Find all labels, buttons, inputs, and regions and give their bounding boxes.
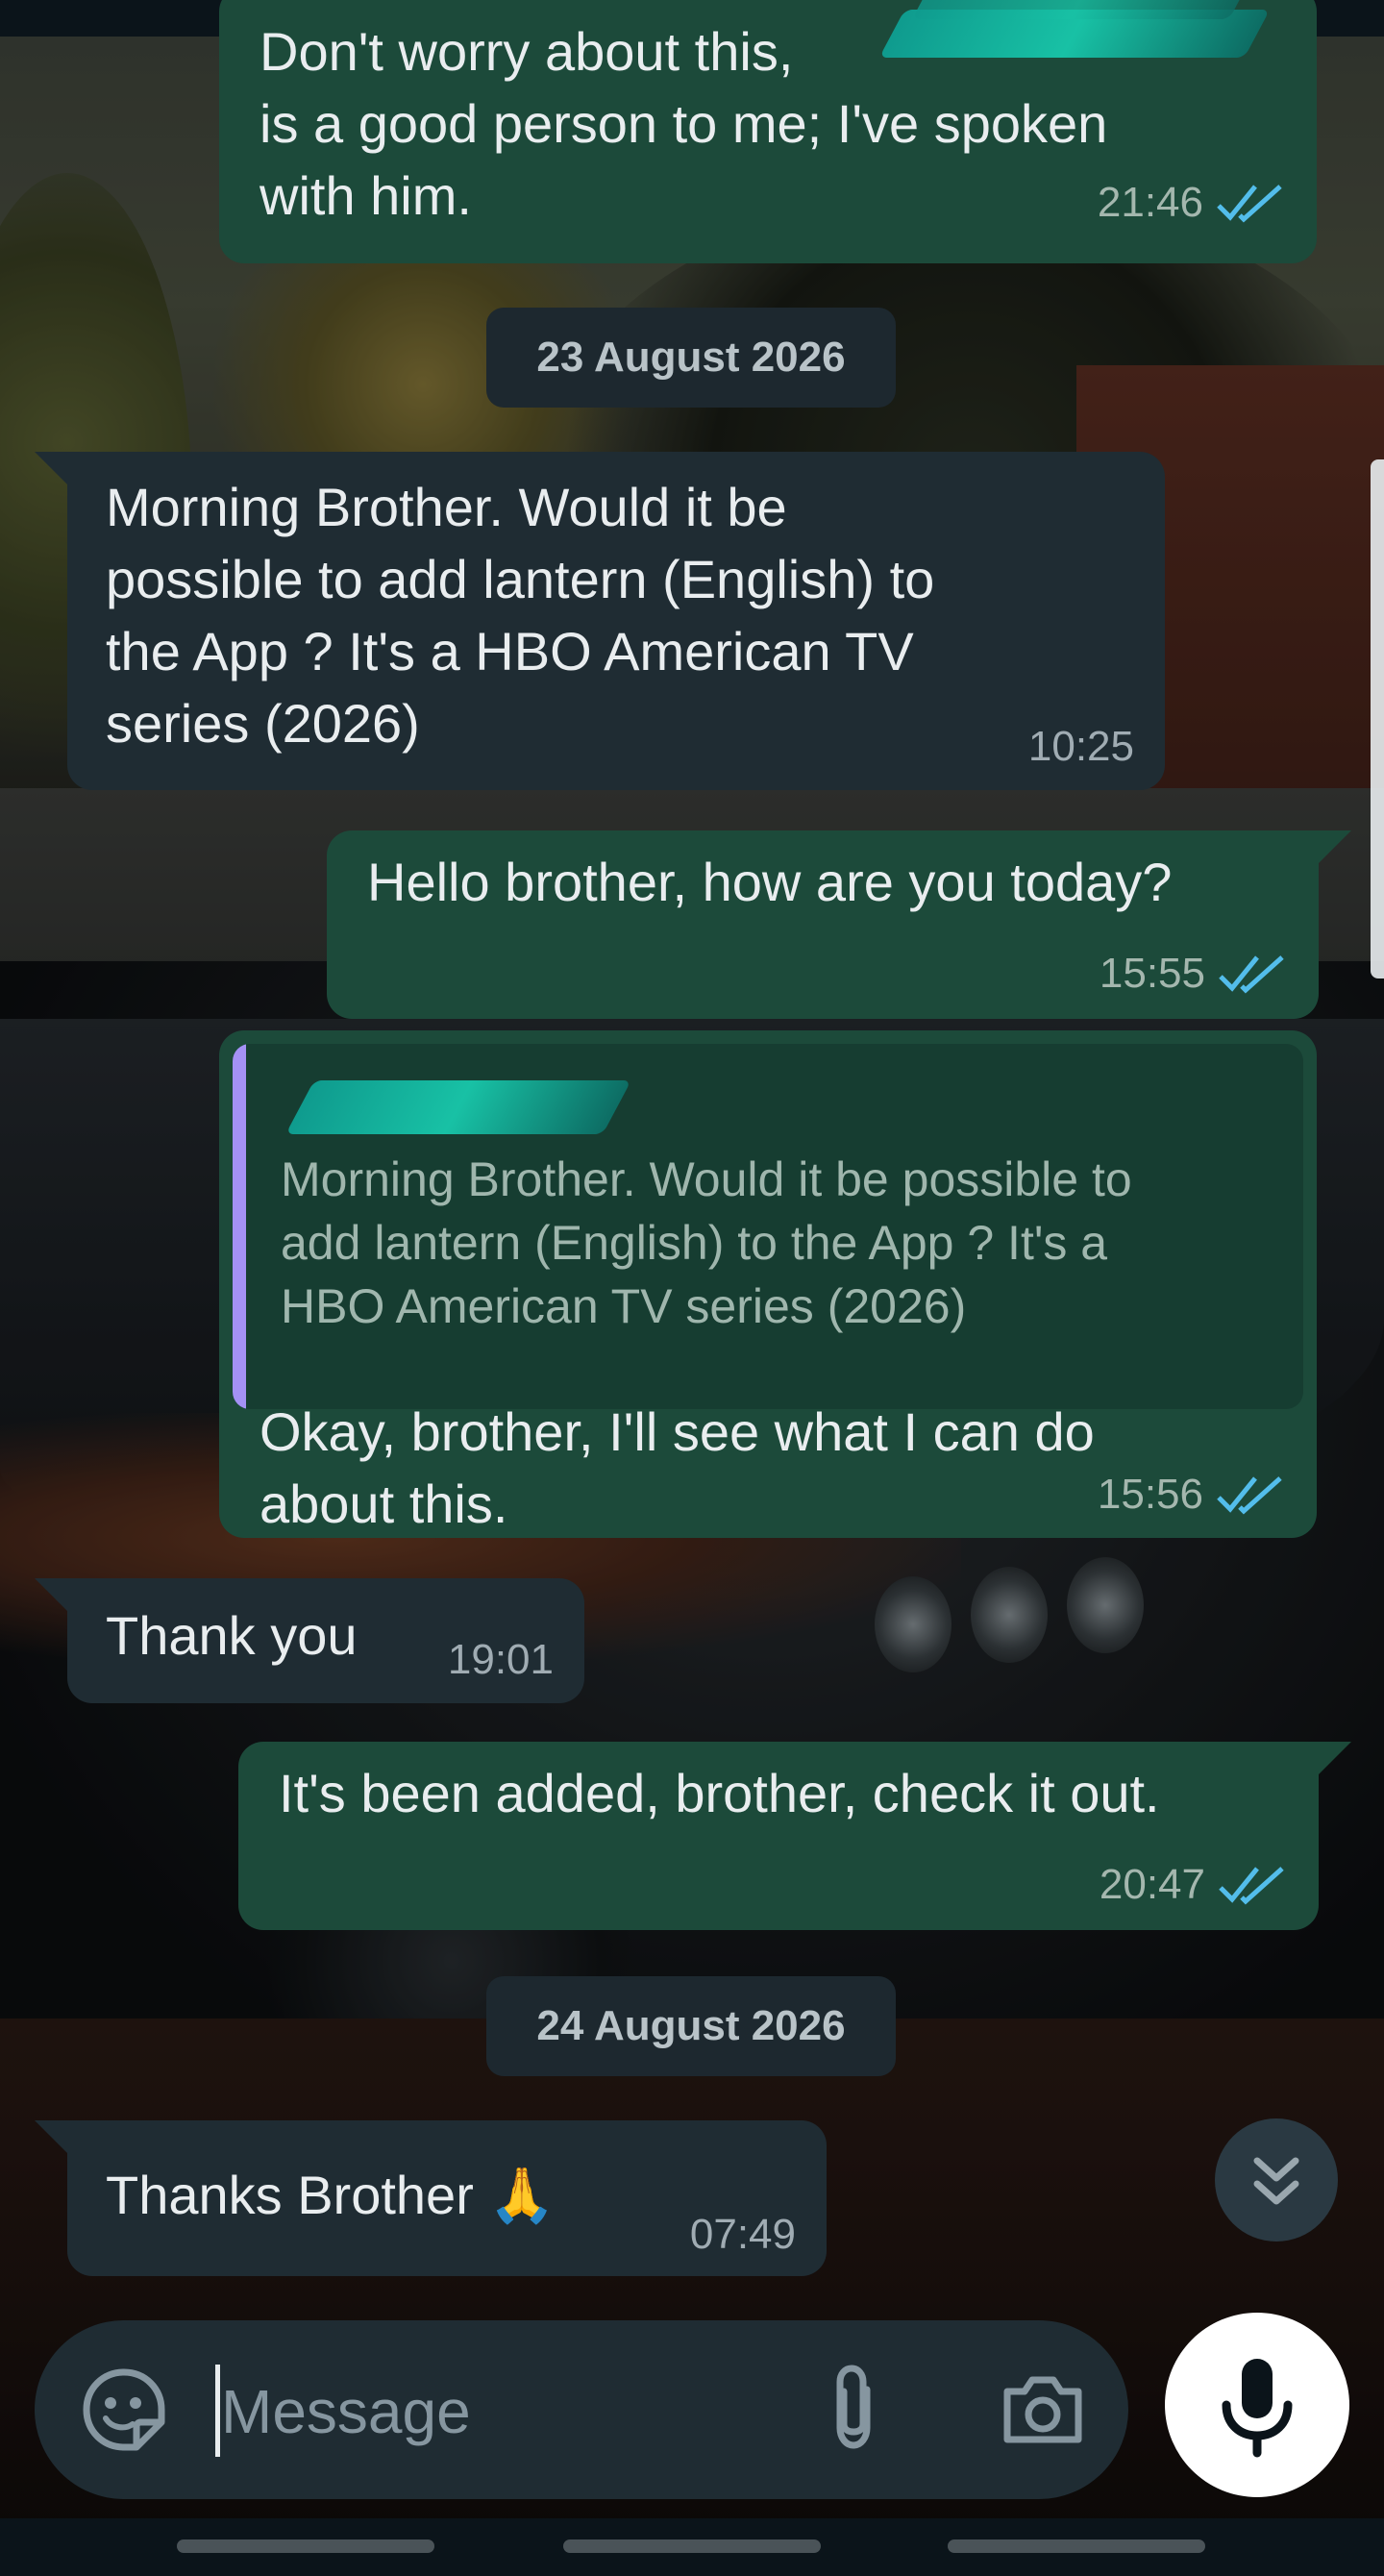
message-text-line: series (2026) [106,693,420,754]
message-bubble-incoming[interactable]: Thanks Brother 🙏 07:49 [67,2120,827,2276]
message-composer[interactable] [35,2320,1128,2499]
message-time: 07:49 [689,2211,796,2258]
message-text-line: Okay, brother, I'll see what I can do [260,1401,1095,1462]
redaction-mark [285,1080,631,1134]
message-meta: 19:01 [448,1636,554,1684]
quoted-text-line: Morning Brother. Would it be possible to [281,1152,1132,1206]
bubble-tail [1317,1742,1351,1776]
bubble-tail [35,452,69,486]
message-time: 21:46 [1097,179,1203,226]
double-chevron-down-icon [1253,2157,1299,2205]
quoted-text-line: add lantern (English) to the App ? It's … [281,1216,1108,1270]
message-text-line: is a good person to me; I've spoken [260,93,1108,154]
message-time: 15:55 [1099,950,1205,997]
message-meta: 10:25 [1028,723,1134,771]
paperclip-icon[interactable] [825,2361,882,2453]
text-caret [215,2365,220,2457]
bubble-tail [35,1578,69,1613]
double-check-icon [1217,181,1284,225]
message-text-line: with him. [260,165,472,226]
nav-handle[interactable] [948,2539,1205,2553]
date-separator: 24 August 2026 [486,1976,896,2076]
double-check-icon [1217,1473,1284,1517]
message-meta: 07:49 [690,2211,796,2259]
voice-record-button[interactable] [1165,2313,1349,2497]
date-separator: 23 August 2026 [486,308,896,408]
message-time: 10:25 [1027,723,1134,770]
message-time: 20:47 [1099,1861,1205,1908]
system-navigation-bar [0,2518,1384,2576]
quote-accent-bar [233,1044,246,1409]
scrollbar-thumb[interactable] [1371,459,1384,978]
message-meta: 15:56 [1098,1471,1284,1519]
message-time: 19:01 [447,1636,554,1683]
message-text-line: the App ? It's a HBO American TV [106,621,914,681]
message-text-line: Morning Brother. Would it be [106,477,787,537]
message-meta: 21:46 [1098,179,1284,227]
microphone-icon [1222,2359,1293,2458]
message-bubble-incoming[interactable]: Thank you 19:01 [67,1578,584,1703]
bubble-tail [1317,830,1351,865]
nav-handle[interactable] [563,2539,821,2553]
sticker-icon[interactable] [81,2366,167,2453]
message-text-line: Thanks Brother 🙏 [106,2165,556,2225]
double-check-icon [1219,952,1286,996]
message-time: 15:56 [1097,1471,1203,1518]
nav-handle[interactable] [177,2539,434,2553]
message-bubble-outgoing[interactable]: Morning Brother. Would it be possible to… [219,1030,1317,1538]
message-bubble-incoming[interactable]: Morning Brother. Would it be possible to… [67,452,1165,790]
message-text-line: Hello brother, how are you today? [367,852,1173,912]
message-text-line: It's been added, brother, check it out. [279,1763,1160,1823]
quoted-text: Morning Brother. Would it be possible to… [281,1148,1299,1338]
message-bubble-outgoing[interactable]: Don't worry about this, is a good person… [219,0,1317,263]
redaction-mark [911,0,1248,19]
message-meta: 20:47 [1100,1861,1286,1909]
double-check-icon [1219,1863,1286,1907]
quoted-message[interactable]: Morning Brother. Would it be possible to… [233,1044,1303,1409]
message-meta: 15:55 [1100,950,1286,998]
scroll-to-bottom-button[interactable] [1215,2118,1338,2242]
camera-icon[interactable] [1000,2370,1086,2447]
message-bubble-outgoing[interactable]: Hello brother, how are you today? 15:55 [327,830,1319,1019]
message-text-line: possible to add lantern (English) to [106,549,935,609]
message-text-line: Don't worry about this, [260,21,794,82]
message-text-line: about this. [260,1474,508,1534]
message-bubble-outgoing[interactable]: It's been added, brother, check it out. … [238,1742,1319,1930]
quoted-text-line: HBO American TV series (2026) [281,1279,967,1333]
message-text-line: Thank you [106,1605,358,1666]
message-input[interactable]: Message [221,2370,471,2453]
bubble-tail [35,2120,69,2155]
